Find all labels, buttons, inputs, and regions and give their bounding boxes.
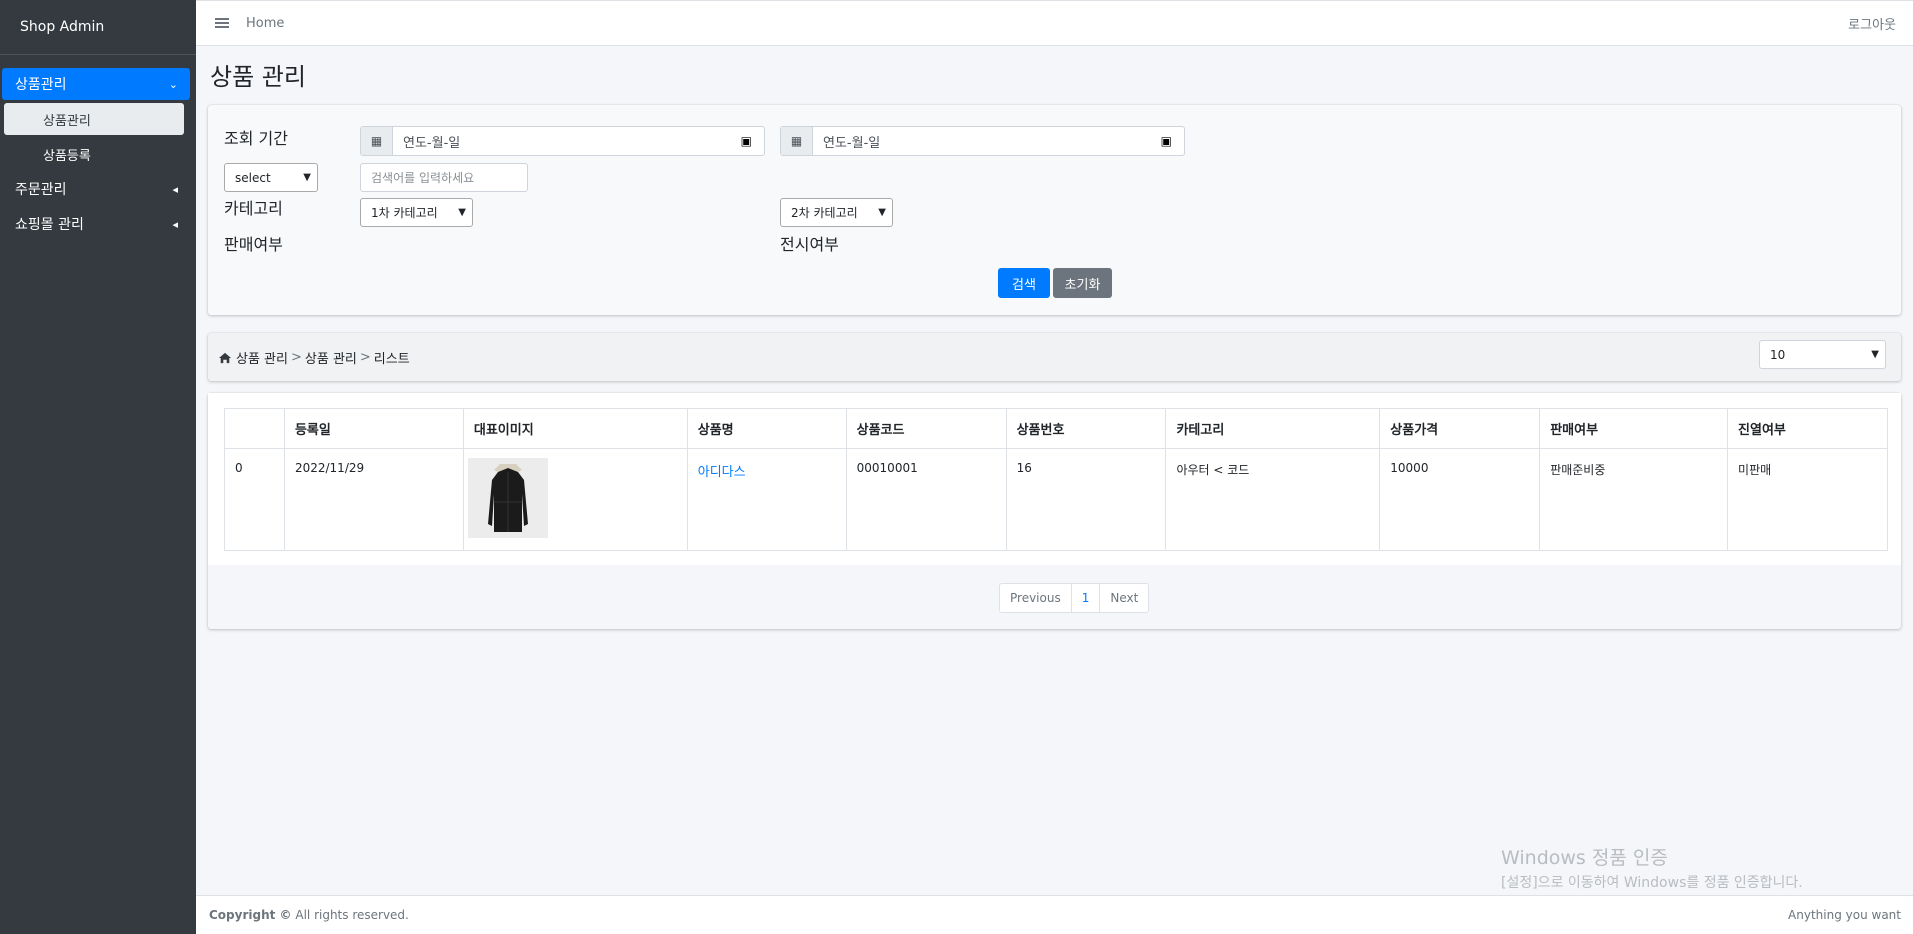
home-icon (219, 352, 231, 363)
end-date-input[interactable]: 연도-월-일 ▣ (813, 127, 1184, 155)
cell-sale-status: 판매준비중 (1539, 448, 1729, 551)
chevron-down-icon: ▼ (878, 207, 886, 218)
product-name-link[interactable]: 아디다스 (698, 465, 746, 480)
column-header: 등록일 (283, 408, 464, 449)
period-label: 조회 기간 (224, 129, 288, 148)
sidebar-item-shop-management[interactable]: 쇼핑몰 관리 ◂ (2, 208, 190, 240)
column-header (224, 408, 285, 449)
category-label: 카테고리 (224, 199, 283, 218)
sale-status-label: 판매여부 (224, 235, 283, 254)
column-header: 상품코드 (845, 408, 1007, 449)
column-header: 상품번호 (1005, 408, 1167, 449)
chevron-left-icon: ◂ (172, 217, 178, 231)
chevron-down-icon: ▼ (303, 172, 311, 183)
product-thumbnail[interactable] (467, 458, 548, 538)
watermark-title: Windows 정품 인증 (1501, 847, 1668, 869)
chevron-down-icon: ▼ (458, 207, 466, 218)
sidebar-nav: 상품관리 ⌄ 상품관리 상품등록 주문관리 ◂ 쇼핑몰 관리 ◂ (0, 55, 196, 240)
sidebar-subitem-product-register[interactable]: 상품등록 (4, 138, 184, 170)
column-header: 판매여부 (1539, 408, 1729, 449)
calendar-picker-icon[interactable]: ▣ (1161, 134, 1172, 148)
copyright-text: All rights reserved. (295, 908, 409, 922)
home-link[interactable]: Home (246, 16, 284, 31)
page-number-button[interactable]: 1 (1072, 584, 1101, 612)
watermark-subtitle: [설정]으로 이동하여 Windows를 정품 인증합니다. (1501, 875, 1803, 891)
copyright-bold: Copyright © (209, 908, 292, 922)
cell-product-name: 아디다스 (686, 448, 847, 551)
column-header: 상품가격 (1379, 408, 1541, 449)
product-list-card: 등록일 대표이미지 상품명 상품코드 상품번호 카테고리 상품가격 판매여부 진… (208, 393, 1901, 629)
next-page-button[interactable]: Next (1100, 584, 1148, 612)
table-row[interactable]: 0 2022/11/29 아디다스 00010001 16 아우터 < 코드 1… (224, 448, 1888, 551)
brand-link[interactable]: Shop Admin (0, 0, 196, 55)
chevron-down-icon: ⌄ (168, 77, 178, 91)
sidebar-item-order-management[interactable]: 주문관리 ◂ (2, 173, 190, 205)
chevron-left-icon: ◂ (172, 182, 178, 196)
end-date-group: ▦ 연도-월-일 ▣ (780, 126, 1185, 156)
calendar-icon: ▦ (361, 127, 393, 155)
coat-image (487, 464, 528, 532)
calendar-picker-icon[interactable]: ▣ (741, 134, 752, 148)
cell-date: 2022/11/29 (283, 448, 464, 551)
page-title: 상품 관리 (210, 63, 306, 91)
cell-category: 아우터 < 코드 (1165, 448, 1381, 551)
search-button[interactable]: 검색 (998, 268, 1050, 298)
menu-toggle-icon[interactable] (215, 16, 229, 30)
chevron-down-icon: ▼ (1871, 349, 1879, 360)
top-navbar: Home 로그아웃 (196, 0, 1913, 46)
column-header: 진열여부 (1727, 408, 1888, 449)
previous-page-button[interactable]: Previous (1000, 584, 1072, 612)
calendar-icon: ▦ (781, 127, 813, 155)
display-status-label: 전시여부 (780, 235, 839, 254)
table-header-row: 등록일 대표이미지 상품명 상품코드 상품번호 카테고리 상품가격 판매여부 진… (224, 408, 1888, 449)
start-date-group: ▦ 연도-월-일 ▣ (360, 126, 765, 156)
start-date-input[interactable]: 연도-월-일 ▣ (393, 127, 764, 155)
sidebar-item-product-management[interactable]: 상품관리 ⌄ (2, 68, 190, 100)
breadcrumb: 상품 관리 > 상품 관리 > 리스트 (218, 348, 410, 367)
category1-select[interactable]: 1차 카테고리 ▼ (360, 198, 473, 227)
breadcrumb-separator: > (290, 350, 302, 365)
footer-copyright: Copyright © All rights reserved. (209, 908, 409, 922)
logout-link[interactable]: 로그아웃 (1848, 14, 1896, 33)
column-header: 상품명 (686, 408, 847, 449)
search-card: 조회 기간 ▦ 연도-월-일 ▣ ▦ 연도-월-일 ▣ select ▼ 검색어… (208, 105, 1901, 315)
column-header: 대표이미지 (462, 408, 688, 449)
sidebar-subitem-label: 상품등록 (43, 148, 91, 164)
list-header-bar: 상품 관리 > 상품 관리 > 리스트 10 ▼ (208, 333, 1901, 381)
windows-activation-watermark: Windows 정품 인증 [설정]으로 이동하여 Windows를 정품 인증… (1501, 843, 1803, 892)
footer: Copyright © All rights reserved. Anythin… (196, 895, 1913, 934)
sidebar-item-label: 쇼핑몰 관리 (15, 217, 84, 233)
cell-display-status: 미판매 (1727, 448, 1888, 551)
product-table: 등록일 대표이미지 상품명 상품코드 상품번호 카테고리 상품가격 판매여부 진… (224, 408, 1888, 551)
brand-text: Shop Admin (20, 19, 105, 35)
sidebar-subitem-label: 상품관리 (43, 113, 91, 129)
keyword-type-select[interactable]: select ▼ (224, 163, 318, 192)
cell-index: 0 (224, 448, 285, 551)
cell-price: 10000 (1379, 448, 1541, 551)
cell-product-number: 16 (1005, 448, 1167, 551)
keyword-input[interactable]: 검색어를 입력하세요 (360, 163, 528, 192)
breadcrumb-item: 상품 관리 (236, 352, 288, 367)
footer-right-text: Anything you want (1788, 908, 1901, 922)
breadcrumb-item: 상품 관리 (304, 352, 357, 367)
sidebar: Shop Admin 상품관리 ⌄ 상품관리 상품등록 주문관리 ◂ 쇼핑몰 관… (0, 0, 196, 934)
sidebar-item-label: 주문관리 (15, 182, 67, 198)
sidebar-subitem-product-management[interactable]: 상품관리 (4, 103, 184, 135)
page-size-select[interactable]: 10 ▼ (1759, 340, 1886, 369)
breadcrumb-item: 리스트 (373, 352, 410, 367)
column-header: 카테고리 (1165, 408, 1381, 449)
sidebar-item-label: 상품관리 (15, 77, 67, 93)
cell-product-code: 00010001 (845, 448, 1007, 551)
category2-select[interactable]: 2차 카테고리 ▼ (780, 198, 893, 227)
reset-button[interactable]: 초기화 (1053, 268, 1112, 298)
pagination: Previous 1 Next (999, 583, 1150, 613)
breadcrumb-separator: > (359, 350, 371, 365)
cell-image (462, 448, 688, 551)
